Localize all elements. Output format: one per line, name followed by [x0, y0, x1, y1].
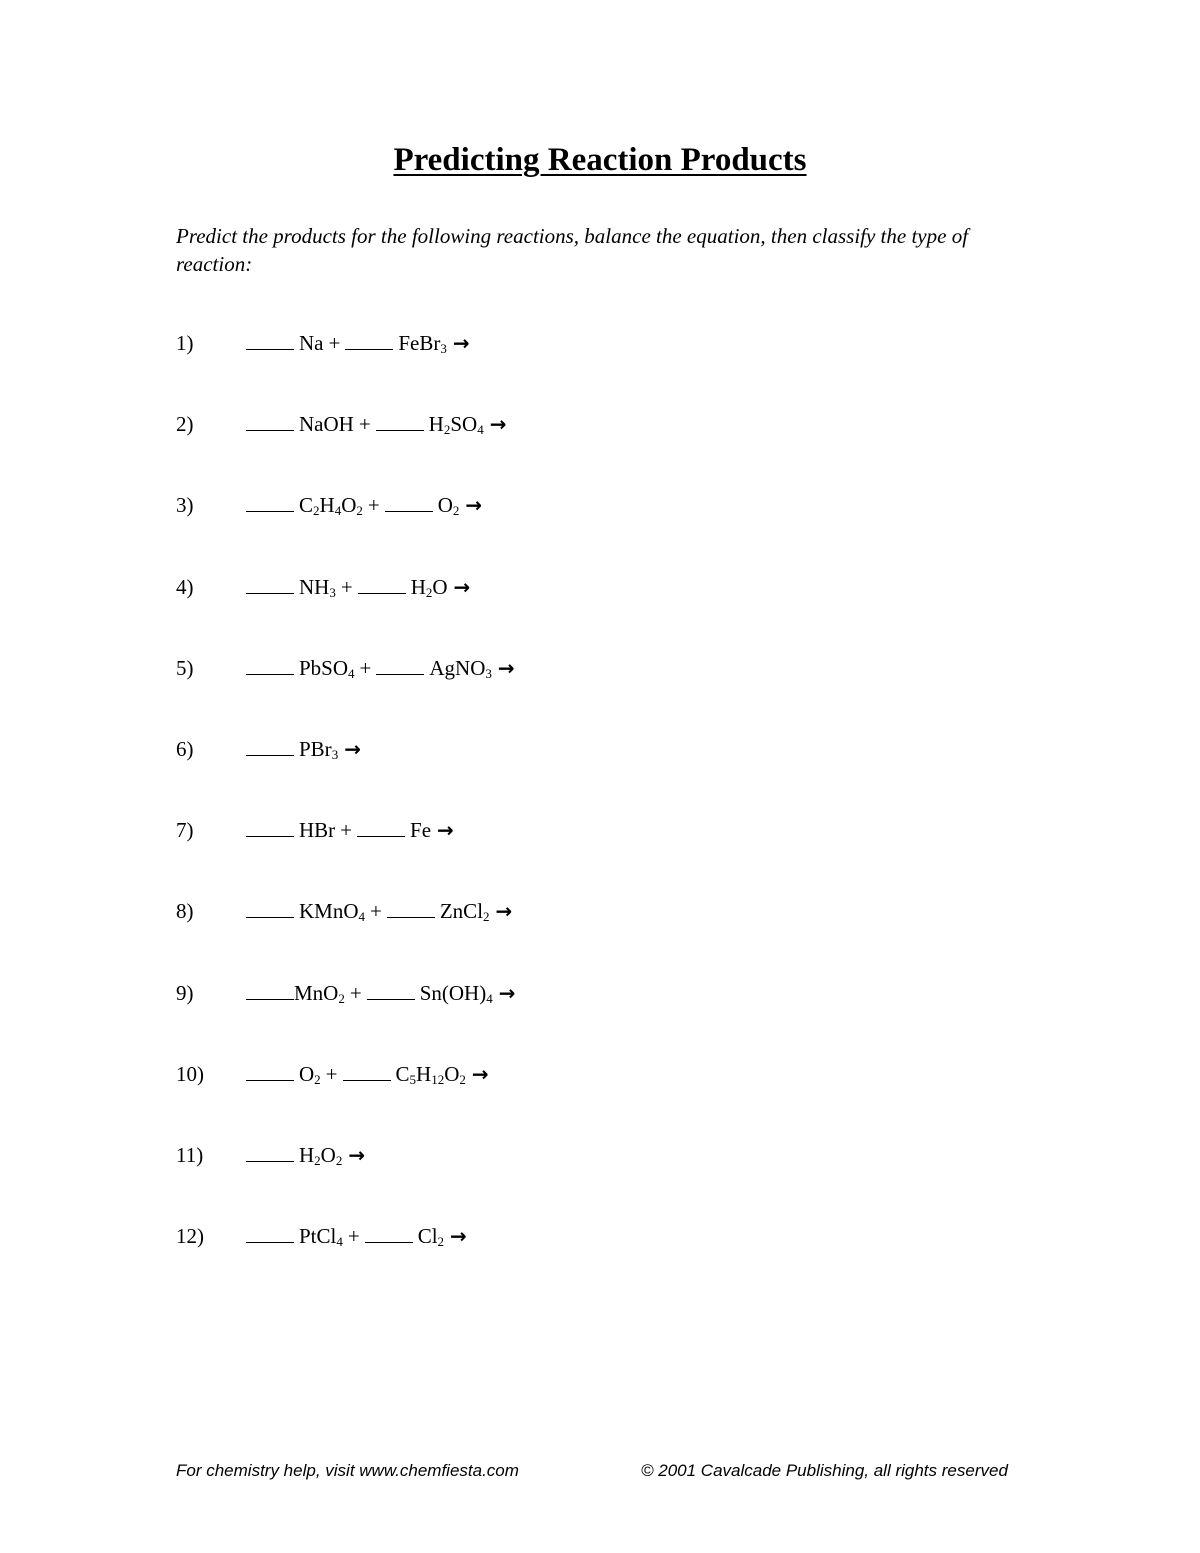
plus-sign: + [328, 331, 341, 355]
coefficient-blank[interactable] [246, 1143, 294, 1162]
coefficient-blank[interactable] [246, 412, 294, 431]
plus-sign: + [347, 1224, 360, 1248]
coefficient-blank[interactable] [357, 575, 406, 594]
coefficient-blank[interactable] [375, 412, 424, 431]
reactant-formula: O2 [299, 1062, 321, 1087]
reactant-formula: PtCl4 [299, 1224, 343, 1249]
reactant-formula: Fe [410, 818, 432, 842]
reactant-formula: C5H12O2 [395, 1062, 466, 1087]
coefficient-blank[interactable] [357, 818, 406, 837]
question-number: 12) [176, 1224, 204, 1248]
question-number: 9) [176, 981, 194, 1005]
reactant-formula: C2H4O2 [299, 493, 363, 518]
coefficient-blank[interactable] [342, 1062, 391, 1081]
coefficient-blank[interactable] [246, 899, 294, 918]
plus-sign: + [370, 899, 382, 923]
coefficient-blank[interactable] [366, 981, 415, 1000]
coefficient-blank[interactable] [246, 1062, 294, 1081]
question-item: 2) NaOH + H2SO4 → [176, 412, 506, 442]
coefficient-blank[interactable] [345, 331, 394, 350]
reactant-formula: FeBr3 [398, 331, 447, 356]
question-item: 4) NH3 + H2O → [176, 575, 470, 605]
question-item: 5) PbSO4 + AgNO3 → [176, 656, 515, 686]
coefficient-blank[interactable] [386, 899, 435, 918]
right-arrow-icon: → [344, 737, 361, 761]
reactant-formula: NH3 [299, 575, 336, 600]
coefficient-blank[interactable] [246, 331, 294, 350]
question-item: 7) HBr + Fe → [176, 818, 454, 848]
question-number: 8) [176, 899, 194, 923]
right-arrow-icon: → [450, 1224, 467, 1248]
coefficient-blank[interactable] [376, 656, 425, 675]
reactant-formula: MnO2 [294, 981, 345, 1006]
question-item: 6) PBr3 → [176, 737, 361, 767]
reactant-formula: PbSO4 [299, 656, 355, 681]
reactant-formula: Cl2 [417, 1224, 445, 1249]
question-number: 1) [176, 331, 194, 355]
right-arrow-icon: → [452, 331, 470, 355]
coefficient-blank[interactable] [246, 818, 294, 837]
question-item: 10) O2 + C5H12O2 → [176, 1062, 489, 1092]
right-arrow-icon: → [497, 656, 515, 680]
question-number: 10) [176, 1062, 204, 1086]
question-number: 5) [176, 656, 194, 680]
right-arrow-icon: → [471, 1062, 489, 1086]
reactant-formula: ZnCl2 [439, 899, 490, 924]
reactant-formula: Sn(OH)4 [419, 981, 493, 1006]
reactant-formula: Na [299, 331, 324, 355]
right-arrow-icon: → [348, 1143, 366, 1167]
question-item: 8) KMnO4 + ZnCl2 → [176, 899, 512, 929]
reactant-formula: NaOH [299, 412, 354, 436]
instructions: Predict the products for the following r… [176, 224, 969, 276]
question-item: 3) C2H4O2 + O2 → [176, 493, 482, 523]
reactant-formula: AgNO3 [429, 656, 492, 681]
question-number: 4) [176, 575, 194, 599]
right-arrow-icon: → [465, 493, 483, 517]
right-arrow-icon: → [495, 899, 513, 923]
reactant-formula: H2O [410, 575, 448, 600]
coefficient-blank[interactable] [246, 981, 294, 1000]
plus-sign: + [340, 818, 353, 842]
question-number: 2) [176, 412, 194, 436]
plus-sign: + [340, 575, 353, 599]
reactant-formula: PBr3 [299, 737, 339, 762]
plus-sign: + [367, 493, 380, 517]
question-item: 9) MnO2 + Sn(OH)4 → [176, 981, 515, 1011]
coefficient-blank[interactable] [246, 656, 294, 675]
reactant-formula: KMnO4 [299, 899, 366, 924]
reactant-formula: H2O2 [299, 1143, 343, 1168]
right-arrow-icon: → [489, 412, 507, 436]
question-number: 7) [176, 818, 194, 842]
question-number: 11) [176, 1143, 204, 1167]
coefficient-blank[interactable] [364, 1224, 413, 1243]
reactant-formula: O2 [437, 493, 460, 518]
right-arrow-icon: → [437, 818, 454, 842]
reactant-formula: HBr [299, 818, 336, 842]
plus-sign: + [325, 1062, 338, 1086]
coefficient-blank[interactable] [384, 493, 433, 512]
right-arrow-icon: → [453, 575, 471, 599]
plus-sign: + [349, 981, 362, 1005]
question-number: 6) [176, 737, 194, 761]
coefficient-blank[interactable] [246, 1224, 294, 1243]
right-arrow-icon: → [498, 981, 516, 1005]
footer-help-text: For chemistry help, visit www.chemfiesta… [176, 1461, 519, 1480]
question-item: 11) H2O2 → [176, 1143, 365, 1173]
plus-sign: + [358, 412, 371, 436]
plus-sign: + [359, 656, 372, 680]
coefficient-blank[interactable] [246, 575, 294, 594]
footer-copyright: © 2001 Cavalcade Publishing, all rights … [641, 1461, 1008, 1480]
question-number: 3) [176, 493, 194, 517]
coefficient-blank[interactable] [246, 493, 294, 512]
page-title: Predicting Reaction Products [393, 142, 807, 178]
question-item: 12) PtCl4 + Cl2 → [176, 1224, 467, 1254]
coefficient-blank[interactable] [246, 737, 294, 756]
reactant-formula: H2SO4 [428, 412, 484, 437]
question-item: 1) Na + FeBr3 → [176, 331, 470, 361]
